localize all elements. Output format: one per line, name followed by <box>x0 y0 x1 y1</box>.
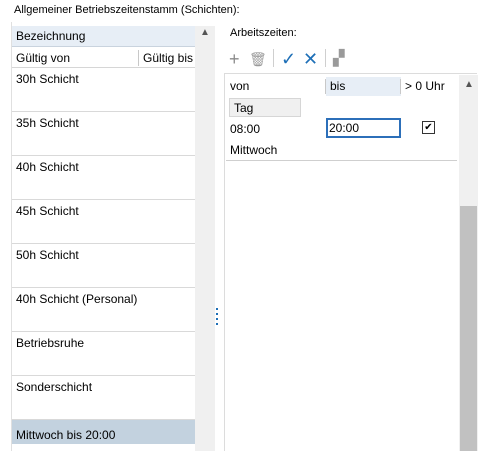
column-header-over-midnight-label: > 0 Uhr <box>405 79 445 93</box>
shift-list-item-label: Betriebsruhe <box>16 336 85 350</box>
scroll-up-arrow-icon[interactable]: ▲ <box>464 79 474 90</box>
cancel-icon[interactable]: ✕ <box>303 48 318 70</box>
shift-list-item-label: 40h Schicht (Personal) <box>16 292 138 306</box>
shift-list-item[interactable]: Betriebsruhe <box>12 332 195 376</box>
confirm-icon[interactable]: ✓ <box>281 48 296 70</box>
shift-list-item[interactable]: 40h Schicht (Personal) <box>12 288 195 332</box>
shift-list-item[interactable]: Mittwoch bis 20:00 <box>12 420 195 444</box>
shift-list-item[interactable]: Sonderschicht <box>12 376 195 420</box>
left-scrollbar[interactable]: ▲ <box>195 26 215 451</box>
delete-icon[interactable]: 🗑 <box>249 48 267 70</box>
column-header-von[interactable]: von <box>226 77 326 96</box>
shift-list-item-label: 30h Schicht <box>16 72 79 86</box>
shift-list-item-label: Mittwoch bis 20:00 <box>16 428 116 442</box>
cell-bis-editor[interactable]: 20:00 <box>326 118 401 138</box>
column-header-over-midnight[interactable]: > 0 Uhr <box>401 77 457 96</box>
group-tag-label: Tag <box>234 101 254 115</box>
shift-list-item-label: 40h Schicht <box>16 160 79 174</box>
cell-von-value[interactable]: 08:00 <box>230 122 260 136</box>
toolbar-separator <box>273 49 274 67</box>
shift-list-item[interactable]: 50h Schicht <box>12 244 195 288</box>
right-scrollbar[interactable]: ▲ <box>459 75 478 451</box>
shift-list-item-label: Sonderschicht <box>16 380 93 394</box>
scroll-up-arrow-icon[interactable]: ▲ <box>200 27 210 38</box>
column-header-gueltig-von[interactable]: Gültig von <box>16 51 70 65</box>
page-title: Allgemeiner Betriebszeitenstamm (Schicht… <box>14 4 240 16</box>
panel-splitter-handle[interactable] <box>215 308 219 328</box>
column-header-bezeichnung[interactable]: Bezeichnung <box>12 26 195 47</box>
shift-list-item-label: 50h Schicht <box>16 248 79 262</box>
shift-list-item[interactable]: 35h Schicht <box>12 112 195 156</box>
working-times-title: Arbeitszeiten: <box>230 27 297 39</box>
copy-icon[interactable]: ▞ <box>333 48 345 70</box>
shift-list-item-label: 45h Schicht <box>16 204 79 218</box>
over-midnight-checkbox[interactable]: ✔ <box>422 121 435 134</box>
shift-list-item[interactable]: 40h Schicht <box>12 156 195 200</box>
working-times-toolbar: + 🗑 ✓ ✕ ▞ <box>227 48 367 70</box>
working-times-grid: von bis > 0 Uhr Tag 08:00 20:00 ✔ Mittwo… <box>224 73 478 451</box>
row-divider <box>226 160 457 161</box>
toolbar-separator <box>325 49 326 67</box>
shift-list-item-label: 35h Schicht <box>16 116 79 130</box>
add-icon[interactable]: + <box>229 48 240 70</box>
shift-list-panel: Bezeichnung Gültig von Gültig bis 30h Sc… <box>11 22 215 451</box>
shift-list-item[interactable]: 30h Schicht <box>12 68 195 112</box>
group-tag-tag[interactable]: Tag <box>229 98 301 117</box>
column-header-bis[interactable]: bis <box>326 77 401 96</box>
scrollbar-thumb[interactable] <box>460 206 477 451</box>
cell-day-value[interactable]: Mittwoch <box>230 143 277 157</box>
column-header-bis-label: bis <box>330 79 346 93</box>
column-header-gueltig-bis[interactable]: Gültig bis <box>143 51 195 65</box>
column-header-bezeichnung-label: Bezeichnung <box>16 29 86 43</box>
column-divider[interactable] <box>138 50 139 66</box>
column-header-row-validity: Gültig von Gültig bis <box>12 48 195 68</box>
column-header-von-label: von <box>230 79 250 93</box>
shift-list-item[interactable]: 45h Schicht <box>12 200 195 244</box>
